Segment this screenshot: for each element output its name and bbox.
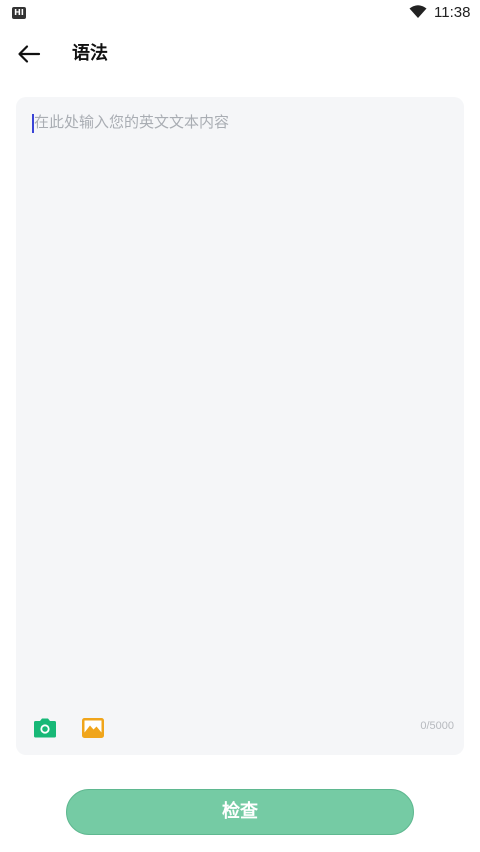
- status-bar: HI 11:38: [0, 0, 480, 26]
- camera-button[interactable]: [32, 717, 58, 739]
- english-text-input[interactable]: [30, 111, 454, 701]
- text-editor-card: 0/5000: [16, 97, 464, 755]
- wifi-icon: [409, 5, 427, 18]
- text-caret: [32, 114, 34, 133]
- app-notification-icon: HI: [12, 7, 26, 19]
- page-title: 语法: [72, 43, 108, 64]
- header: 语法: [0, 30, 480, 78]
- back-button[interactable]: [14, 40, 44, 68]
- image-icon: [82, 718, 104, 738]
- status-time: 11:38: [434, 4, 471, 21]
- arrow-left-icon: [18, 45, 41, 63]
- camera-icon: [34, 718, 56, 738]
- character-counter: 0/5000: [420, 720, 454, 732]
- image-upload-button[interactable]: [80, 716, 106, 740]
- check-button[interactable]: 检查: [66, 789, 414, 835]
